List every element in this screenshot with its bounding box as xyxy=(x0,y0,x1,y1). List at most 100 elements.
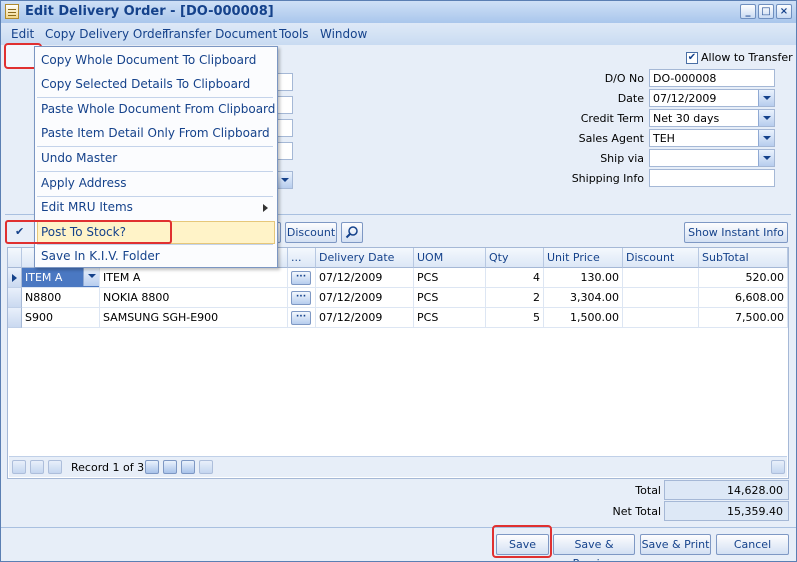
col-ellipsis[interactable]: ... xyxy=(288,248,316,268)
title-bar: Edit Delivery Order - [DO-000008] _ □ × xyxy=(1,1,796,24)
credit-term-value: Net 30 days xyxy=(653,112,720,125)
row2-item-code[interactable]: N8800 xyxy=(22,288,100,308)
row1-discount[interactable] xyxy=(623,268,699,288)
col-uom[interactable]: UOM xyxy=(414,248,486,268)
menu-paste-whole-document[interactable]: Paste Whole Document From Clipboard xyxy=(41,102,275,116)
row1-delivery-date[interactable]: 07/12/2009 xyxy=(316,268,414,288)
row2-uom[interactable]: PCS xyxy=(414,288,486,308)
ship-via-select[interactable] xyxy=(649,149,775,167)
row-selector[interactable] xyxy=(8,308,22,328)
sales-agent-label: Sales Agent xyxy=(578,132,644,145)
menu-edit-mru-items[interactable]: Edit MRU Items xyxy=(41,200,133,214)
last-record-button[interactable] xyxy=(181,460,195,474)
allow-transfer-checkbox[interactable]: ✔ xyxy=(686,52,698,64)
row2-description[interactable]: NOKIA 8800 xyxy=(100,288,288,308)
record-indicator: Record 1 of 3 xyxy=(71,461,145,474)
details-grid: ... Delivery Date UOM Qty Unit Price Dis… xyxy=(7,247,789,479)
row3-description[interactable]: SAMSUNG SGH-E900 xyxy=(100,308,288,328)
chevron-down-icon[interactable] xyxy=(276,172,292,188)
shipping-info-input[interactable] xyxy=(649,169,775,187)
chevron-down-icon[interactable] xyxy=(83,268,99,286)
date-input[interactable]: 07/12/2009 xyxy=(649,89,775,107)
sales-agent-select[interactable]: TEH xyxy=(649,129,775,147)
save-preview-button[interactable]: Save & Preview xyxy=(553,534,635,561)
menu-edit[interactable]: Edit xyxy=(11,27,34,41)
row2-ellipsis-button[interactable]: ··· xyxy=(291,291,311,305)
next-record-button[interactable] xyxy=(145,460,159,474)
row3-qty[interactable]: 5 xyxy=(486,308,544,328)
discount-button[interactable]: Discount xyxy=(285,222,337,243)
menu-copy-whole-document[interactable]: Copy Whole Document To Clipboard xyxy=(41,53,256,67)
save-button[interactable]: Save xyxy=(496,534,549,555)
row3-ellipsis-button[interactable]: ··· xyxy=(291,311,311,325)
prev-page-button[interactable] xyxy=(30,460,44,474)
ship-via-label: Ship via xyxy=(600,152,644,165)
scroll-right-button[interactable] xyxy=(771,460,785,474)
date-label: Date xyxy=(617,92,644,105)
net-total-label: Net Total xyxy=(612,505,662,518)
menu-paste-item-detail[interactable]: Paste Item Detail Only From Clipboard xyxy=(41,126,270,140)
chevron-down-icon[interactable] xyxy=(758,110,774,126)
sales-agent-value: TEH xyxy=(653,132,675,145)
search-button[interactable] xyxy=(341,222,363,243)
document-icon xyxy=(5,4,19,19)
nav-scroll-left[interactable] xyxy=(199,460,213,474)
window-title: Edit Delivery Order - [DO-000008] xyxy=(25,4,274,19)
menu-window[interactable]: Window xyxy=(320,27,367,41)
row3-discount[interactable] xyxy=(623,308,699,328)
row1-uom[interactable]: PCS xyxy=(414,268,486,288)
row2-delivery-date[interactable]: 07/12/2009 xyxy=(316,288,414,308)
maximize-button[interactable]: □ xyxy=(758,4,774,19)
menu-separator xyxy=(37,97,273,98)
do-no-input[interactable]: DO-000008 xyxy=(649,69,775,87)
credit-term-select[interactable]: Net 30 days xyxy=(649,109,775,127)
first-record-button[interactable] xyxy=(12,460,26,474)
post-to-stock-highlight xyxy=(5,220,172,244)
row1-unit-price[interactable]: 130.00 xyxy=(544,268,623,288)
row3-delivery-date[interactable]: 07/12/2009 xyxy=(316,308,414,328)
row1-ellipsis-button[interactable]: ··· xyxy=(291,271,311,285)
chevron-down-icon[interactable] xyxy=(758,90,774,106)
menu-tools[interactable]: Tools xyxy=(279,27,309,41)
row2-discount[interactable] xyxy=(623,288,699,308)
cancel-button[interactable]: Cancel xyxy=(716,534,789,555)
col-discount[interactable]: Discount xyxy=(623,248,699,268)
row3-unit-price[interactable]: 1,500.00 xyxy=(544,308,623,328)
row1-qty[interactable]: 4 xyxy=(486,268,544,288)
row3-subtotal: 7,500.00 xyxy=(699,308,788,328)
menu-bar: Edit Copy Delivery Order Transfer Docume… xyxy=(1,23,796,69)
menu-separator xyxy=(37,171,273,172)
menu-copy-delivery-order[interactable]: Copy Delivery Order xyxy=(45,27,167,41)
close-button[interactable]: × xyxy=(776,4,792,19)
do-no-label: D/O No xyxy=(604,72,644,85)
save-print-button[interactable]: Save & Print xyxy=(640,534,711,555)
edit-delivery-order-window: Edit Delivery Order - [DO-000008] _ □ × … xyxy=(0,0,797,562)
col-subtotal[interactable]: SubTotal xyxy=(699,248,788,268)
menu-apply-address[interactable]: Apply Address xyxy=(41,176,126,190)
menu-undo-master[interactable]: Undo Master xyxy=(41,151,117,165)
row3-uom[interactable]: PCS xyxy=(414,308,486,328)
col-unit-price[interactable]: Unit Price xyxy=(544,248,623,268)
net-total-value: 15,359.40 xyxy=(664,501,789,521)
total-value: 14,628.00 xyxy=(664,480,789,500)
col-qty[interactable]: Qty xyxy=(486,248,544,268)
row2-unit-price[interactable]: 3,304.00 xyxy=(544,288,623,308)
chevron-down-icon[interactable] xyxy=(758,150,774,166)
show-instant-info-button[interactable]: Show Instant Info xyxy=(684,222,788,243)
row1-description[interactable]: ITEM A xyxy=(100,268,288,288)
submenu-arrow-icon xyxy=(263,204,268,212)
row3-item-code[interactable]: S900 xyxy=(22,308,100,328)
minimize-button[interactable]: _ xyxy=(740,4,756,19)
menu-transfer-document[interactable]: Transfer Document xyxy=(163,27,277,41)
prev-record-button[interactable] xyxy=(48,460,62,474)
col-delivery-date[interactable]: Delivery Date xyxy=(316,248,414,268)
row1-item-code[interactable]: ITEM A xyxy=(22,268,100,288)
allow-transfer-label: Allow to Transfer xyxy=(701,51,793,64)
chevron-down-icon[interactable] xyxy=(758,130,774,146)
row-selector[interactable] xyxy=(8,288,22,308)
menu-save-in-kiv-folder[interactable]: Save In K.I.V. Folder xyxy=(41,249,160,263)
menu-copy-selected-details[interactable]: Copy Selected Details To Clipboard xyxy=(41,77,250,91)
row-selector-active[interactable] xyxy=(8,268,22,288)
next-page-button[interactable] xyxy=(163,460,177,474)
row2-qty[interactable]: 2 xyxy=(486,288,544,308)
